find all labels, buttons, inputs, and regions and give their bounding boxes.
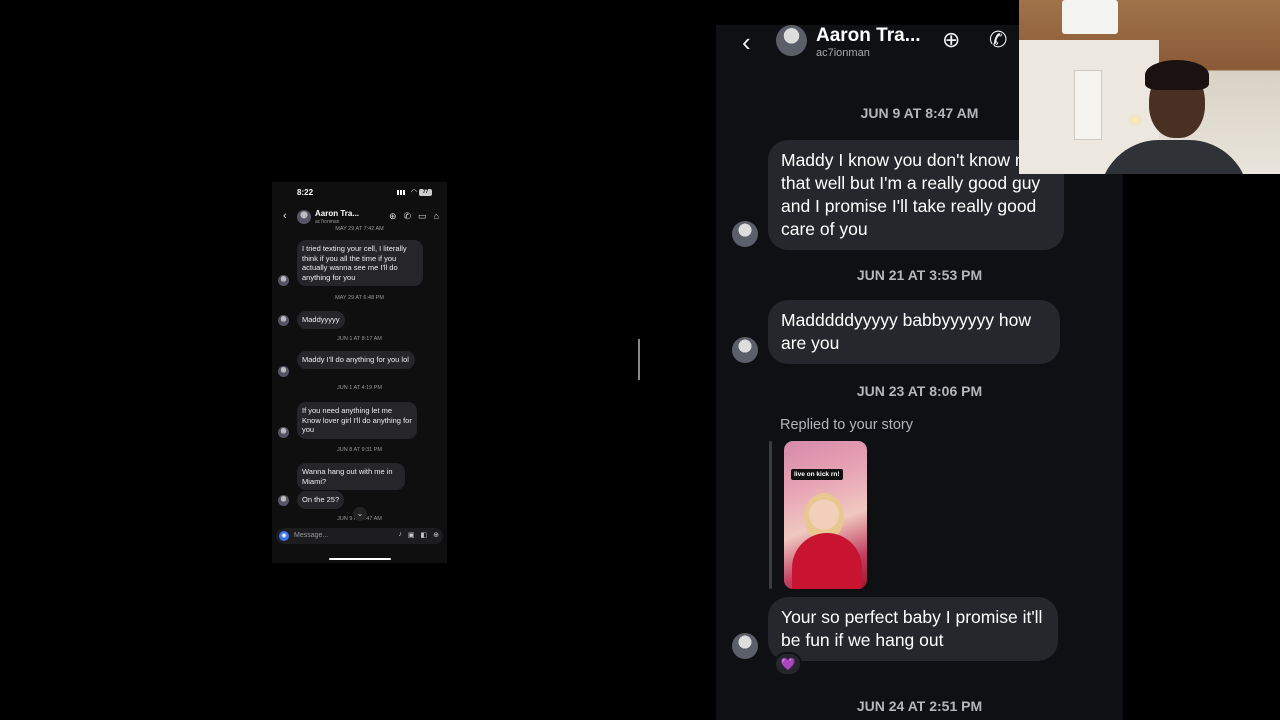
- status-bar: 8:22 ◠ 77: [272, 188, 447, 198]
- contact-name[interactable]: Aaron Tra...: [816, 25, 921, 47]
- header-actions: ⊕ ✆ ▭ ⌂: [389, 211, 439, 222]
- heart-reaction-icon[interactable]: 💜: [774, 652, 802, 676]
- sender-avatar: [278, 315, 289, 326]
- wifi-icon: ◠: [410, 189, 417, 196]
- message-input-bar[interactable]: ◉ Message... ♪ ▣ ◧ ⊕: [276, 528, 443, 544]
- date-separator: JUN 21 AT 3:53 PM: [856, 267, 983, 283]
- webcam-air-conditioner: [1062, 0, 1118, 34]
- input-actions: ♪ ▣ ◧ ⊕: [398, 531, 439, 539]
- message-bubble[interactable]: Maddyyyyy: [297, 311, 345, 329]
- message-bubble[interactable]: I tried texting your cell, I literally t…: [297, 240, 423, 286]
- avatar[interactable]: [297, 210, 311, 224]
- story-image-body: [792, 533, 862, 589]
- date-separator: JUN 8 AT 9:31 PM: [336, 447, 383, 453]
- image-icon[interactable]: ▣: [408, 531, 415, 539]
- webcam-overlay: [1019, 0, 1280, 174]
- contact-name[interactable]: Aaron Tra...: [315, 209, 359, 218]
- status-time: 8:22: [297, 188, 314, 197]
- contact-handle: ac7ionman: [816, 47, 870, 59]
- contact-handle: ac7ionman: [315, 219, 340, 225]
- webcam-wall-panel: [1074, 70, 1102, 140]
- date-separator: JUN 1 AT 8:17 AM: [337, 336, 382, 342]
- sender-avatar: [732, 221, 758, 247]
- plus-icon[interactable]: ⊕: [433, 531, 439, 539]
- message-input[interactable]: Message...: [294, 532, 328, 539]
- story-thumbnail[interactable]: live on kick rn!: [784, 441, 867, 589]
- signal-icon: [397, 190, 405, 195]
- date-separator: JUN 1 AT 4:19 PM: [336, 385, 383, 391]
- avatar[interactable]: [776, 25, 807, 56]
- battery-icon: 77: [419, 189, 432, 196]
- camera-icon[interactable]: ◉: [279, 531, 289, 541]
- phone-screen: 8:22 ◠ 77 ‹ Aaron Tra... ac7ionman ⊕ ✆ ▭…: [272, 182, 447, 563]
- webcam-person-hair: [1145, 60, 1209, 90]
- message-bubble[interactable]: If you need anything let me Know lover g…: [297, 402, 417, 439]
- date-separator: MAY 29 AT 6:48 PM: [335, 295, 384, 301]
- date-separator: JUN 24 AT 2:51 PM: [856, 698, 983, 714]
- link-icon[interactable]: ⊕: [389, 211, 397, 222]
- mic-icon[interactable]: ♪: [398, 531, 402, 539]
- cursor-divider: [638, 339, 640, 380]
- sender-avatar: [732, 633, 758, 659]
- message-bubble[interactable]: Your so perfect baby I promise it'll be …: [768, 597, 1058, 661]
- message-bubble[interactable]: Madddddyyyyy babbyyyyyy how are you: [768, 300, 1060, 364]
- webcam-light: [1132, 117, 1138, 123]
- replied-to-story-label: Replied to your story: [780, 417, 913, 433]
- sender-avatar: [278, 495, 289, 506]
- phone-icon[interactable]: ✆: [404, 211, 412, 222]
- date-separator: MAY 29 AT 7:42 AM: [335, 226, 384, 232]
- add-user-icon[interactable]: ⊕: [942, 27, 960, 53]
- tag-icon[interactable]: ⌂: [434, 211, 439, 222]
- home-indicator: [329, 558, 391, 560]
- sticker-icon[interactable]: ◧: [421, 531, 428, 539]
- date-separator: JUN 23 AT 8:06 PM: [856, 383, 983, 399]
- message-bubble[interactable]: Wanna hang out with me in Miami?: [297, 463, 405, 490]
- message-bubble[interactable]: Maddy I'll do anything for you lol: [297, 351, 415, 369]
- sender-avatar: [278, 275, 289, 286]
- sender-avatar: [278, 427, 289, 438]
- video-icon[interactable]: ▭: [418, 211, 427, 222]
- back-icon[interactable]: ‹: [283, 210, 287, 222]
- phone-icon[interactable]: ✆: [989, 27, 1007, 53]
- sender-avatar: [732, 337, 758, 363]
- sender-avatar: [278, 366, 289, 377]
- chevron-down-icon[interactable]: ⌄: [353, 507, 367, 521]
- message-bubble[interactable]: On the 25?: [297, 491, 345, 509]
- story-caption: live on kick rn!: [791, 469, 843, 480]
- reply-indicator: [769, 441, 772, 589]
- back-icon[interactable]: ‹: [742, 27, 751, 58]
